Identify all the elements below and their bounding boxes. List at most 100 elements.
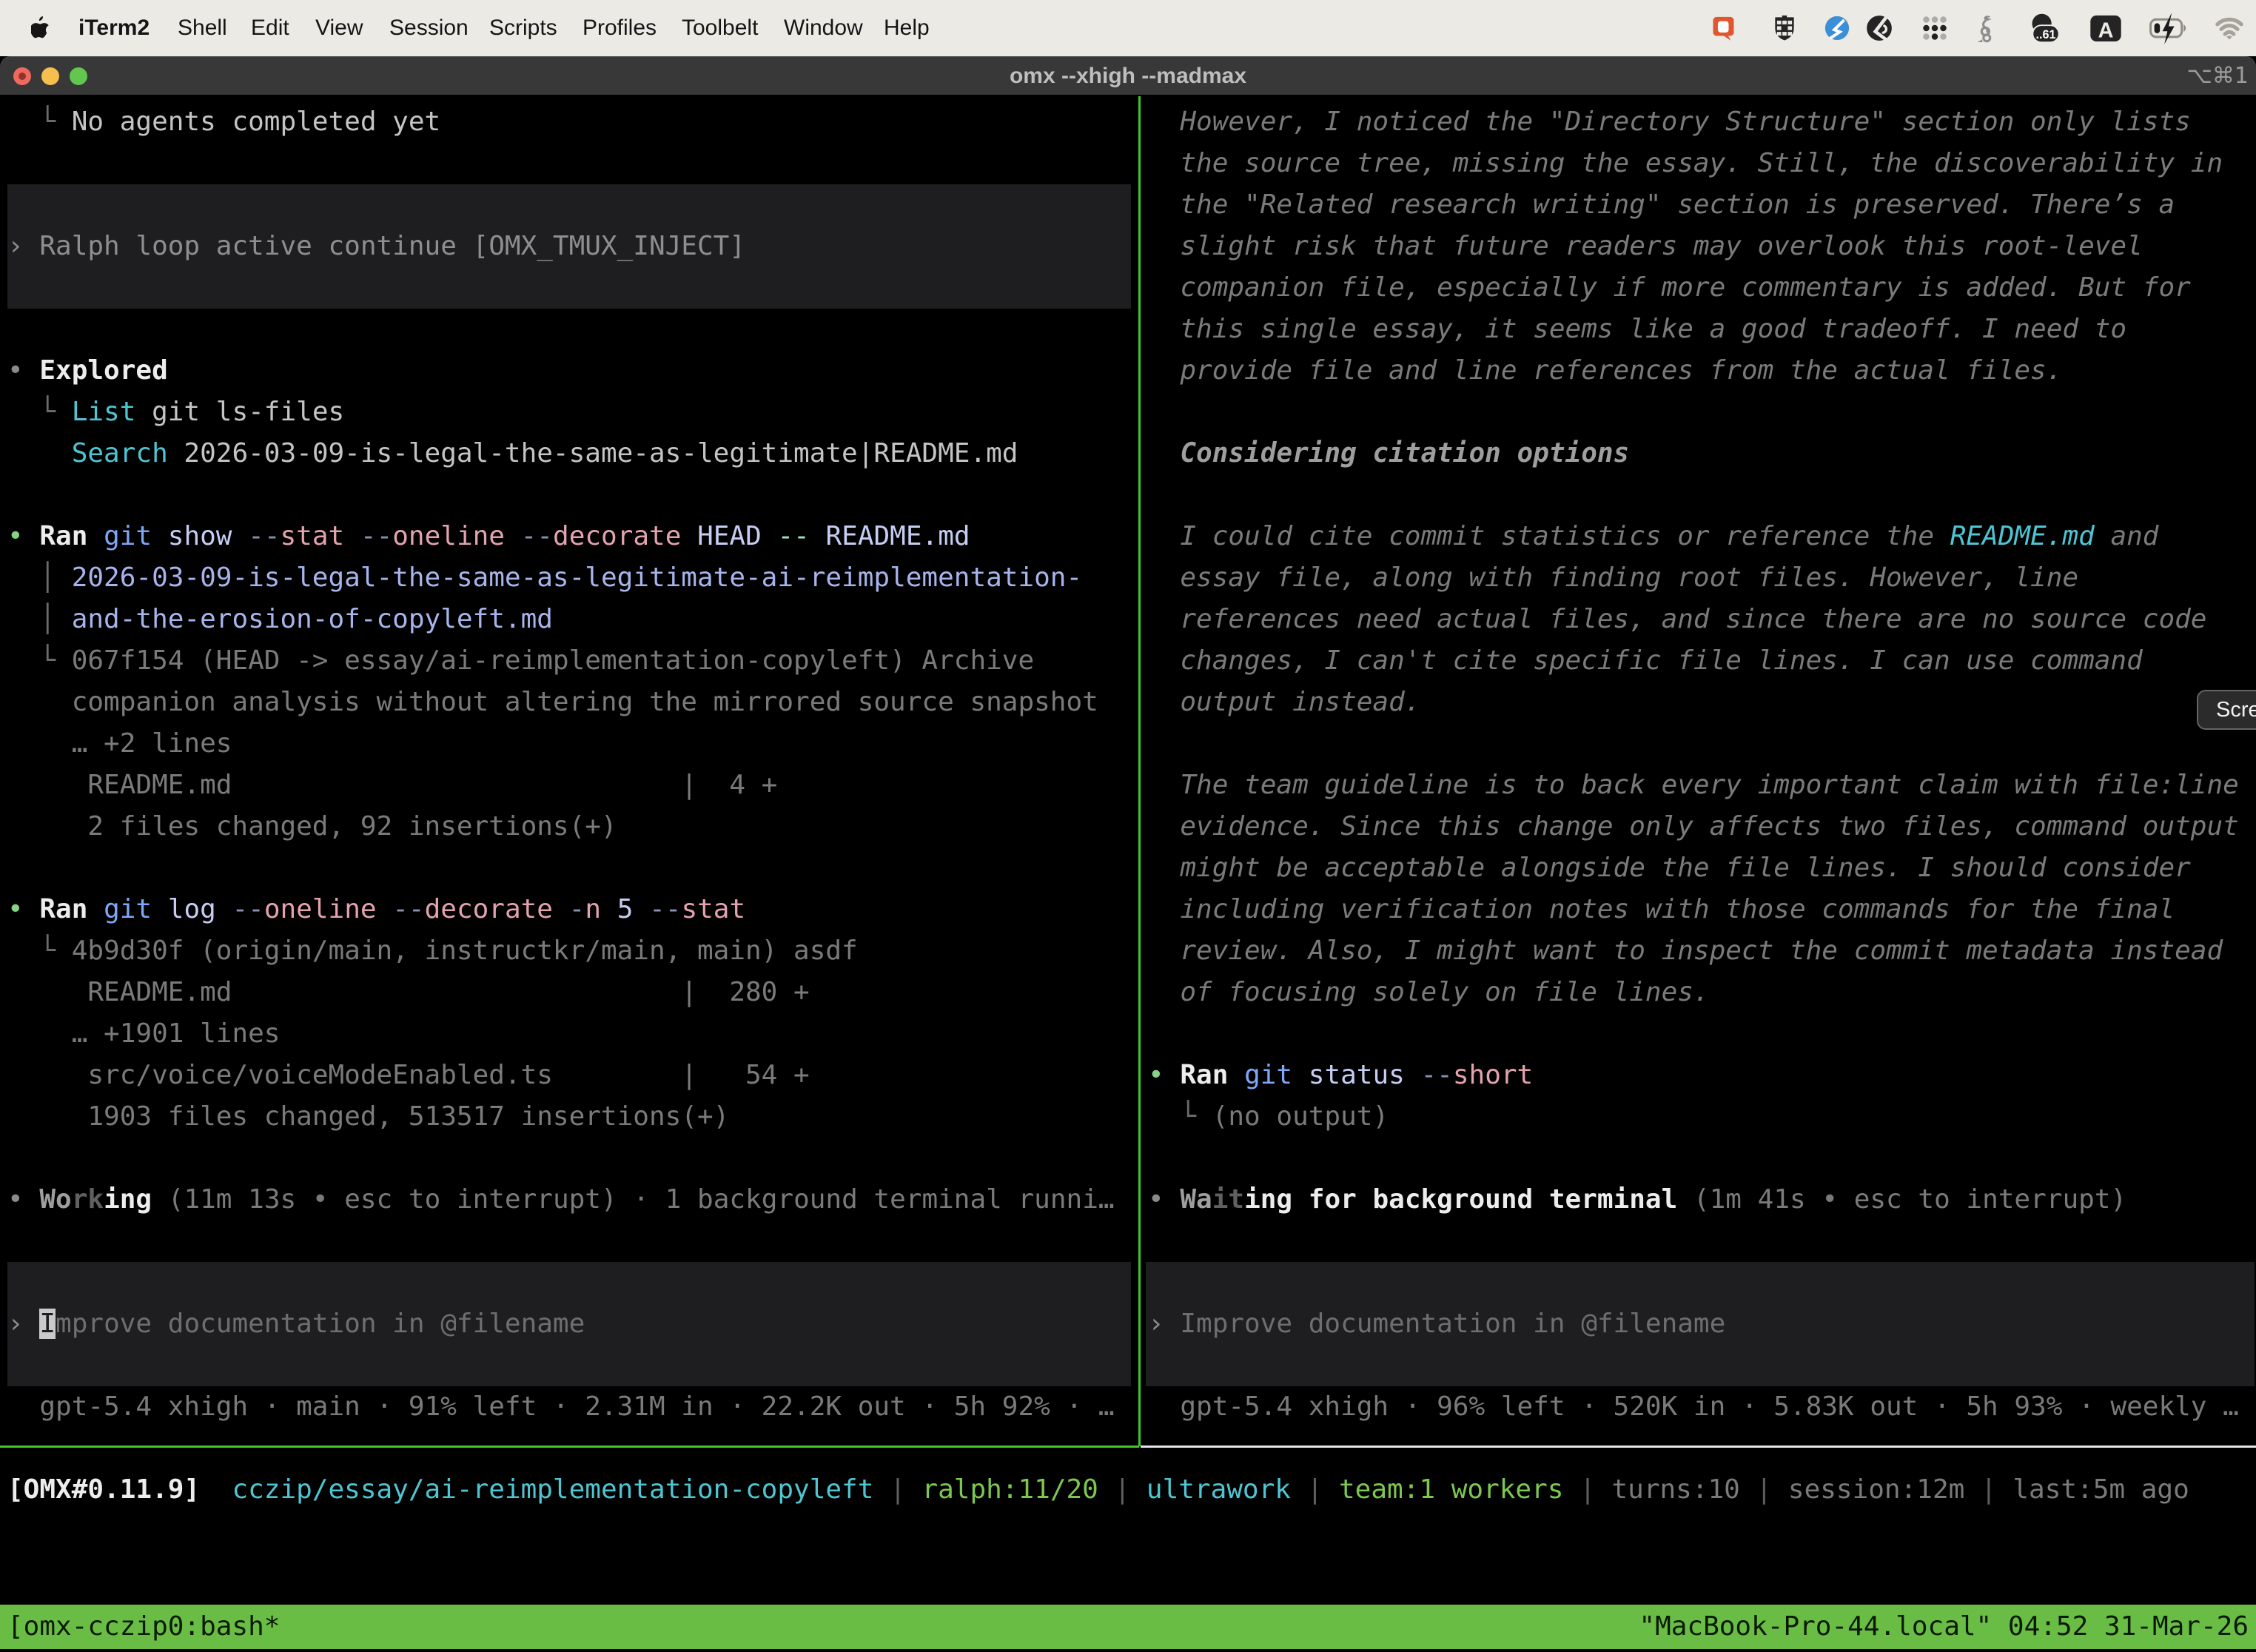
screenshot-root: { "window": { "title": "omx --xhigh --ma… (0, 0, 2256, 1652)
screen-overlay-button[interactable]: Scre (2197, 690, 2256, 730)
tmux-host-clock: "MacBook-Pro-44.local" 04:52 31-Mar-26 (1639, 1605, 2249, 1649)
menu-toolbelt[interactable]: Toolbelt (682, 0, 758, 56)
text-segment: List (72, 397, 136, 427)
pane-left-row: › Ralph loop active continue [OMX_TMUX_I… (7, 226, 745, 267)
chat-app-icon[interactable] (1701, 0, 1745, 56)
text-segment: Considering citation options (1148, 438, 1629, 469)
messenger-badge-icon[interactable] (1815, 0, 1859, 56)
text-segment: 5 (601, 894, 649, 924)
pane-left-row: • Explored (7, 350, 168, 392)
tmux-pane-divider[interactable] (1138, 96, 1141, 1446)
text-segment: Wo (39, 1184, 71, 1215)
pane-left-row: › Improve documentation in @filename (7, 1303, 585, 1345)
pane-right-row: evidence. Since this change only affects… (1148, 806, 2239, 847)
text-segment: output instead. (1148, 687, 1420, 717)
text-segment: └ (1148, 1101, 1212, 1132)
text-segment: • (7, 1184, 39, 1215)
terminal[interactable]: └ No agents completed yet › Ralph loop ac… (0, 95, 2256, 1652)
text-segment: Ran (1180, 1060, 1228, 1090)
pane-left-row: … +2 lines (7, 723, 232, 765)
menu-view[interactable]: View (315, 0, 363, 56)
text-segment: changes, I can't cite specific file line… (1148, 645, 2143, 676)
text-segment: 1903 files changed, 513517 insertions(+) (7, 1101, 729, 1132)
menu-profiles[interactable]: Profiles (583, 0, 657, 56)
text-segment: this single essay, it seems like a good … (1148, 314, 2126, 344)
text-segment: and-the-erosion-of-copyleft.md (72, 604, 553, 634)
dragon-icon[interactable] (1964, 0, 2008, 56)
text-segment: rk (72, 1184, 104, 1215)
menu-session[interactable]: Session (389, 0, 469, 56)
text-segment: README.md (810, 521, 970, 551)
text-segment: n (585, 894, 601, 924)
text-segment: status (1292, 1060, 1420, 1090)
shield-grid-icon[interactable] (1762, 0, 1807, 56)
menu-scripts[interactable]: Scripts (489, 0, 557, 56)
text-segment: └ (7, 397, 72, 427)
pane-right-row: • Waiting for background terminal (1m 41… (1148, 1179, 2126, 1220)
text-segment: short (1453, 1060, 1533, 1090)
input-source-icon[interactable]: A (2084, 0, 2128, 56)
pane-right-row: including verification notes with those … (1148, 889, 2175, 930)
text-segment: Explored (39, 355, 167, 386)
text-segment: git (87, 894, 152, 924)
pane-left-row: … +1901 lines (7, 1013, 280, 1055)
text-segment: stat (681, 894, 745, 924)
text-segment: The team guideline is to back every impo… (1148, 770, 2239, 800)
pane-left-row: └ 067f154 (HEAD -> essay/ai-reimplementa… (7, 640, 1034, 682)
apple-menu-icon[interactable] (31, 16, 51, 41)
text-segment: it (1212, 1184, 1244, 1215)
text-segment: might be acceptable alongside the file l… (1148, 853, 2191, 883)
text-segment: Improve documentation in @filename (1180, 1309, 1725, 1339)
text-segment: • (1148, 1184, 1180, 1215)
text-segment: • (7, 355, 39, 386)
pane-left-row: Search 2026-03-09-is-legal-the-same-as-l… (7, 433, 1018, 474)
menu-help[interactable]: Help (884, 0, 930, 56)
text-segment: provide file and line references from th… (1148, 355, 2062, 386)
text-segment: … +2 lines (7, 728, 232, 759)
omx-status-line: [OMX#0.11.9] cczip/essay/ai-reimplementa… (7, 1469, 2189, 1511)
text-segment: slight risk that future readers may over… (1148, 231, 2143, 261)
text-segment: Search (7, 438, 168, 469)
pane-left-row: README.md | 4 + (7, 765, 777, 806)
pane-right-row: changes, I can't cite specific file line… (1148, 640, 2143, 682)
text-segment: [OMX#0.11.9] (7, 1474, 200, 1505)
text-segment: gpt-5.4 xhigh · 96% left · 520K in · 5.8… (1148, 1391, 2239, 1422)
pane-right-row: review. Also, I might want to inspect th… (1148, 930, 2223, 972)
text-segment: ralph:11/20 (921, 1474, 1098, 1505)
window-title-bar[interactable]: omx --xhigh --madmax ⌥⌘1 (0, 56, 2256, 95)
text-segment: src/voice/voiceModeEnabled.ts | 54 + (7, 1060, 810, 1090)
text-segment: README.md | 4 + (7, 770, 777, 800)
text-segment: Wa (1180, 1184, 1212, 1215)
camera-shutter-icon[interactable] (1857, 0, 1901, 56)
menu-iterm2[interactable]: iTerm2 (78, 0, 150, 56)
text-segment: -- (392, 894, 424, 924)
dots-grid-icon[interactable] (1913, 0, 1957, 56)
pane-left-row: src/voice/voiceModeEnabled.ts | 54 + (7, 1055, 810, 1096)
text-segment: -- (232, 894, 263, 924)
pane-right-row: › Improve documentation in @filename (1148, 1303, 1725, 1345)
menu-edit[interactable]: Edit (251, 0, 289, 56)
wifi-icon[interactable] (2207, 0, 2252, 56)
battery-charging-icon[interactable] (2146, 0, 2191, 56)
menu-window[interactable]: Window (784, 0, 863, 56)
pane-left-row: └ No agents completed yet (7, 101, 440, 143)
text-segment: (no output) (1212, 1101, 1389, 1132)
menu-shell[interactable]: Shell (178, 0, 227, 56)
pane-right-row: essay file, along with finding root file… (1148, 557, 2078, 599)
text-segment: git (1228, 1060, 1292, 1090)
text-segment: I could cite commit statistics or refere… (1148, 521, 1950, 551)
text-segment: README.md | 280 + (7, 977, 810, 1007)
text-segment: › Ralph loop active continue [OMX_TMUX_I… (7, 231, 745, 261)
text-segment: last:5m ago (2012, 1474, 2189, 1505)
text-segment: evidence. Since this change only affects… (1148, 811, 2239, 842)
pane-right-row: output instead. (1148, 682, 1420, 723)
pane-left-row: 1903 files changed, 513517 insertions(+) (7, 1096, 729, 1138)
text-segment: team:1 workers (1339, 1474, 1563, 1505)
text-segment: 4b9d30f (origin/main, instructkr/main, m… (72, 936, 858, 966)
text-segment: decorate (553, 521, 681, 551)
pane-right-row: gpt-5.4 xhigh · 96% left · 520K in · 5.8… (1148, 1386, 2239, 1428)
battery-percent-badge-icon[interactable]: ..61 (2024, 0, 2068, 56)
text-segment: -- (777, 521, 809, 551)
text-segment: › (7, 1309, 39, 1339)
text-segment: oneline (392, 521, 505, 551)
